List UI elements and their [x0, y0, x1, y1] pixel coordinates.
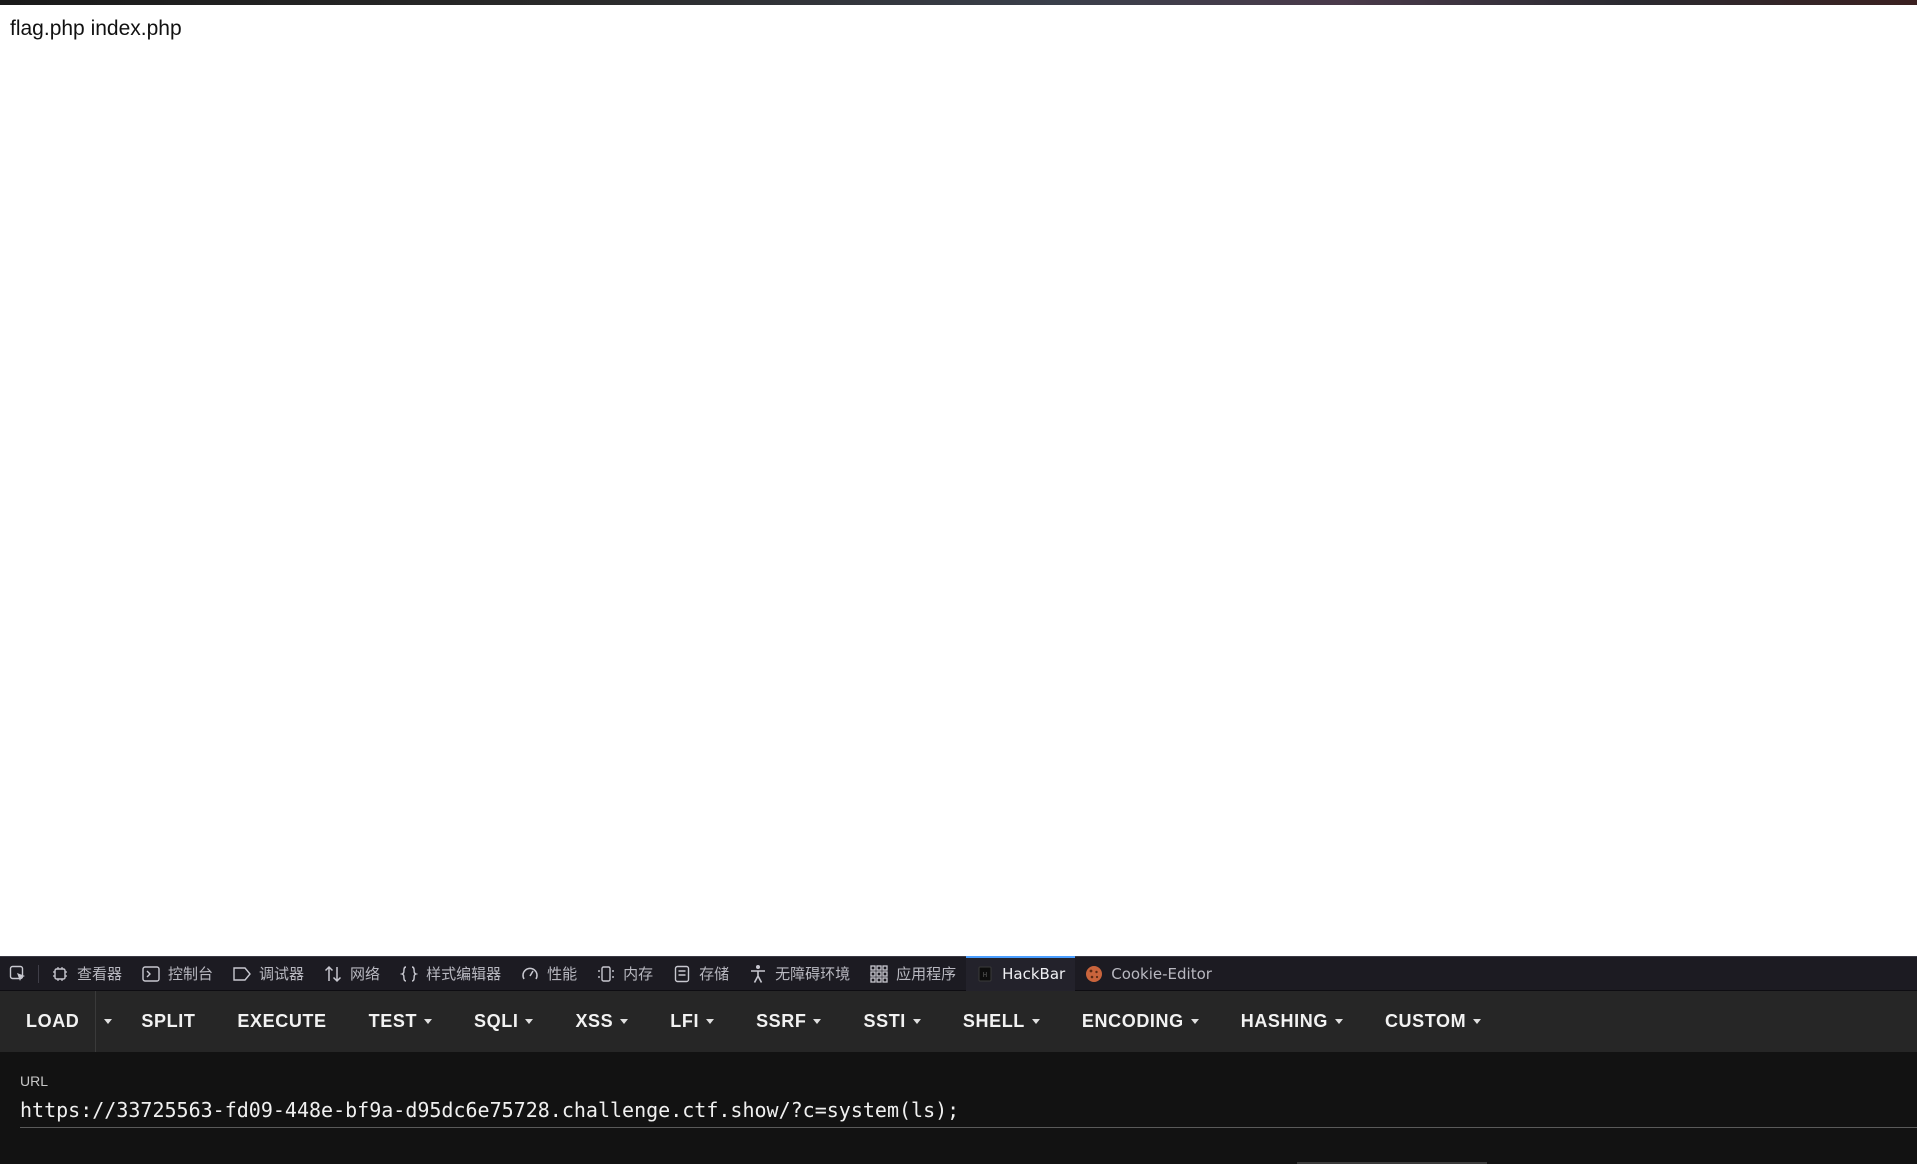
tab-label: Cookie-Editor: [1111, 964, 1212, 983]
style-editor-icon: [399, 964, 419, 984]
page-body-text: flag.php index.php: [10, 17, 182, 40]
ssti-menu-button[interactable]: SSTI: [842, 991, 941, 1052]
url-input-value: https://33725563-fd09-448e-bf9a-d95dc6e7…: [20, 1098, 960, 1122]
split-button[interactable]: SPLIT: [120, 991, 216, 1052]
hashing-menu-button[interactable]: HASHING: [1220, 991, 1364, 1052]
tab-label: 应用程序: [896, 965, 957, 983]
encoding-label: ENCODING: [1081, 1011, 1184, 1031]
xss-label: XSS: [575, 1011, 614, 1031]
tab-label: 无障碍环境: [775, 965, 851, 983]
tab-separator: [38, 964, 39, 983]
lfi-menu-button[interactable]: LFI: [649, 991, 735, 1052]
hashing-label: HASHING: [1240, 1011, 1328, 1031]
load-label: LOAD: [26, 1011, 80, 1031]
network-icon: [323, 964, 343, 984]
tab-label: 内存: [623, 965, 654, 983]
tab-label: 调试器: [259, 965, 305, 983]
accessibility-icon: [748, 964, 768, 984]
svg-text:H: H: [983, 971, 987, 979]
ssti-label: SSTI: [863, 1011, 906, 1031]
devtools-tabbar: 查看器 控制台 调试器 网络 样式编辑器 性能 内存 存储 无障碍环境 应用程序…: [0, 955, 1917, 991]
split-label: SPLIT: [141, 1011, 196, 1031]
tab-application[interactable]: 应用程序: [860, 957, 966, 991]
hackbar-toolbar: LOAD SPLIT EXECUTE TEST SQLI XSS LFI SSR…: [0, 991, 1917, 1052]
ssrf-label: SSRF: [756, 1011, 807, 1031]
chevron-down-icon: [620, 1019, 629, 1024]
tab-label: 性能: [547, 965, 578, 983]
inspector-icon: [50, 964, 70, 984]
chevron-down-icon: [424, 1019, 433, 1024]
tab-label: 查看器: [77, 965, 123, 983]
element-picker-button[interactable]: [0, 957, 36, 991]
tab-storage[interactable]: 存储: [663, 957, 739, 991]
shell-label: SHELL: [962, 1011, 1025, 1031]
application-icon: [869, 964, 889, 984]
chevron-down-icon: [1190, 1019, 1199, 1024]
element-picker-icon: [8, 964, 28, 984]
tab-performance[interactable]: 性能: [511, 957, 587, 991]
chevron-down-icon: [104, 1019, 113, 1024]
lfi-label: LFI: [670, 1011, 700, 1031]
chevron-down-icon: [912, 1019, 921, 1024]
test-menu-button[interactable]: TEST: [348, 991, 453, 1052]
tab-label: HackBar: [1002, 964, 1066, 983]
load-options-dropdown[interactable]: [95, 991, 120, 1052]
xss-menu-button[interactable]: XSS: [554, 991, 649, 1052]
chevron-down-icon: [1031, 1019, 1040, 1024]
tab-network[interactable]: 网络: [314, 957, 390, 991]
tab-style-editor[interactable]: 样式编辑器: [390, 957, 511, 991]
tab-cookie-editor[interactable]: Cookie-Editor: [1075, 957, 1222, 991]
encoding-menu-button[interactable]: ENCODING: [1061, 991, 1220, 1052]
tab-hackbar[interactable]: H HackBar: [966, 955, 1076, 991]
chevron-down-icon: [1473, 1019, 1482, 1024]
ssrf-menu-button[interactable]: SSRF: [735, 991, 842, 1052]
tab-debugger[interactable]: 调试器: [223, 957, 314, 991]
debugger-icon: [232, 964, 252, 984]
chevron-down-icon: [1334, 1019, 1343, 1024]
tab-label: 样式编辑器: [426, 965, 502, 983]
sqli-label: SQLI: [474, 1011, 519, 1031]
shell-menu-button[interactable]: SHELL: [942, 991, 1061, 1052]
tab-label: 网络: [350, 965, 381, 983]
custom-menu-button[interactable]: CUSTOM: [1364, 991, 1502, 1052]
chevron-down-icon: [813, 1019, 822, 1024]
hackbar-icon: H: [975, 964, 995, 984]
tab-memory[interactable]: 内存: [587, 957, 663, 991]
tab-console[interactable]: 控制台: [132, 957, 223, 991]
console-icon: [141, 964, 161, 984]
tab-label: 控制台: [168, 965, 214, 983]
tab-inspector[interactable]: 查看器: [41, 957, 132, 991]
chevron-down-icon: [525, 1019, 534, 1024]
tab-label: 存储: [699, 965, 730, 983]
devtools-panel: 查看器 控制台 调试器 网络 样式编辑器 性能 内存 存储 无障碍环境 应用程序…: [0, 955, 1917, 1164]
load-button[interactable]: LOAD: [0, 991, 97, 1052]
execute-label: EXECUTE: [237, 1011, 327, 1031]
test-label: TEST: [368, 1011, 418, 1031]
url-input[interactable]: https://33725563-fd09-448e-bf9a-d95dc6e7…: [20, 1092, 1917, 1128]
url-label: URL: [20, 1073, 49, 1089]
cookie-icon: [1084, 964, 1104, 984]
url-panel: URL https://33725563-fd09-448e-bf9a-d95d…: [0, 1052, 1917, 1164]
memory-icon: [596, 964, 616, 984]
performance-icon: [520, 964, 540, 984]
execute-button[interactable]: EXECUTE: [216, 991, 347, 1052]
chevron-down-icon: [706, 1019, 715, 1024]
sqli-menu-button[interactable]: SQLI: [453, 991, 554, 1052]
page-viewport: flag.php index.php: [0, 5, 1917, 956]
custom-label: CUSTOM: [1384, 1011, 1467, 1031]
storage-icon: [672, 964, 692, 984]
tab-accessibility[interactable]: 无障碍环境: [739, 957, 860, 991]
